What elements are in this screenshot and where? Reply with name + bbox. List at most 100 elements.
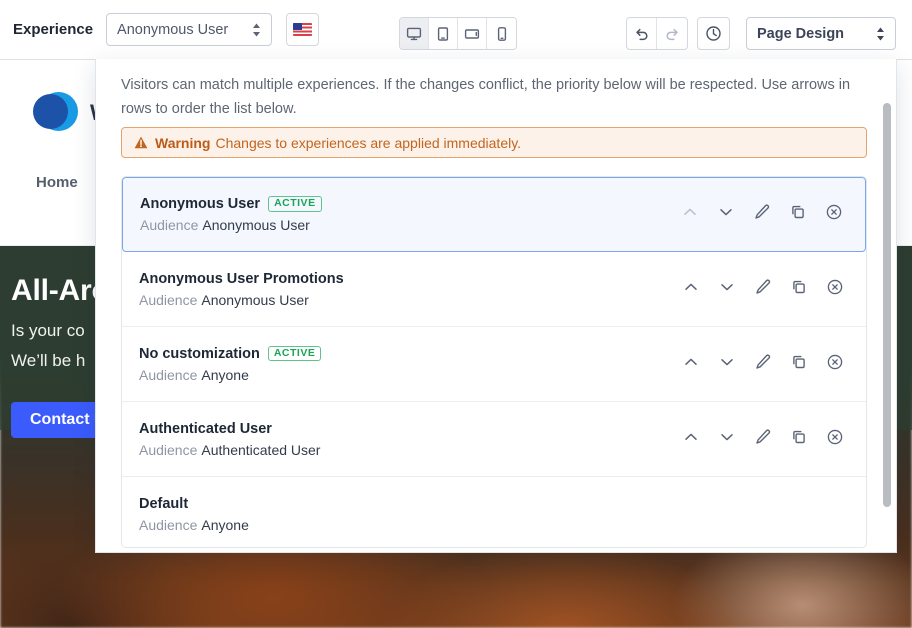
- experience-row-title: No customization: [139, 345, 260, 362]
- experience-row-title-line: No customization ACTIVE: [139, 346, 682, 362]
- experience-row-audience: Audience Anonymous User: [139, 292, 682, 308]
- experiences-list: Anonymous User ACTIVE Audience Anonymous Us…: [121, 176, 867, 548]
- experience-row-actions: [682, 428, 844, 451]
- experience-row-actions: [682, 353, 844, 376]
- duplicate-button[interactable]: [790, 355, 808, 373]
- experience-row[interactable]: Anonymous User Promotions Audience Anonymo…: [122, 252, 866, 327]
- pencil-icon: [754, 278, 772, 301]
- circle-x-icon: [825, 203, 843, 226]
- move-up-button[interactable]: [682, 430, 700, 448]
- move-up-button[interactable]: [682, 280, 700, 298]
- duplicate-button[interactable]: [789, 203, 807, 226]
- us-flag-icon: [293, 23, 313, 36]
- edit-button[interactable]: [754, 428, 772, 451]
- copy-icon: [790, 278, 808, 301]
- pencil-icon: [754, 353, 772, 376]
- experience-row-text: Authenticated User Audience Authenticated …: [139, 421, 682, 458]
- device-tablet-portrait-button[interactable]: [429, 18, 458, 49]
- status-badge: ACTIVE: [268, 196, 322, 212]
- circle-x-icon: [826, 428, 844, 451]
- chevron-down-icon: [718, 353, 736, 376]
- audience-label: Audience: [139, 291, 198, 308]
- delete-button[interactable]: [826, 428, 844, 451]
- circle-x-icon: [826, 278, 844, 301]
- copy-icon: [789, 203, 807, 226]
- device-tablet-landscape-button[interactable]: [458, 18, 487, 49]
- audience-value: Anonymous User: [202, 217, 310, 233]
- experience-label: Experience: [13, 21, 94, 38]
- panel-scrollbar-thumb[interactable]: [883, 103, 891, 507]
- move-down-button[interactable]: [717, 206, 735, 224]
- pencil-icon: [753, 203, 771, 226]
- delete-button[interactable]: [825, 203, 843, 226]
- experience-select[interactable]: Anonymous User: [106, 13, 273, 46]
- move-up-button[interactable]: [682, 355, 700, 373]
- chevron-updown-icon: [252, 23, 261, 37]
- hero-body-line-1: Is your co: [11, 321, 85, 340]
- chevron-up-icon: [682, 428, 700, 451]
- experience-row-audience: Audience Authenticated User: [139, 442, 682, 458]
- experience-row-audience: Audience Anyone: [139, 367, 682, 383]
- experiences-dropdown-panel: Visitors can match multiple experiences.…: [95, 59, 897, 553]
- move-up-button: [681, 206, 699, 224]
- page-mode-value: Page Design: [757, 25, 845, 42]
- history-button[interactable]: [697, 17, 730, 50]
- edit-button[interactable]: [754, 353, 772, 376]
- site-nav-home[interactable]: Home: [36, 174, 78, 191]
- audience-label: Audience: [139, 517, 198, 533]
- device-desktop-button[interactable]: [400, 18, 429, 49]
- warning-banner: Warning Changes to experiences are appli…: [121, 127, 867, 158]
- device-mobile-button[interactable]: [487, 18, 516, 49]
- overlapping-circles-logo: [33, 90, 78, 135]
- experience-row-text: Default Audience Anyone: [139, 496, 844, 533]
- move-down-button[interactable]: [718, 355, 736, 373]
- audience-label: Audience: [139, 441, 198, 458]
- device-preview-toggle-group: [399, 17, 517, 50]
- duplicate-button[interactable]: [790, 280, 808, 298]
- circle-x-icon: [826, 353, 844, 376]
- undo-button[interactable]: [627, 18, 657, 49]
- experience-row[interactable]: Anonymous User ACTIVE Audience Anonymous Us…: [122, 177, 866, 252]
- experience-select-value: Anonymous User: [117, 21, 229, 38]
- editor-toolbar: Experience Anonymous User Page Design: [0, 0, 912, 60]
- experience-row[interactable]: No customization ACTIVE Audience Anyone: [122, 327, 866, 402]
- page-mode-select[interactable]: Page Design: [746, 17, 896, 50]
- chevron-down-icon: [718, 428, 736, 451]
- warning-triangle-icon: [134, 136, 148, 149]
- experience-row-title: Anonymous User: [140, 196, 261, 212]
- pencil-icon: [754, 428, 772, 451]
- experience-row-title-line: Default: [139, 496, 844, 512]
- audience-value: Authenticated User: [201, 441, 321, 458]
- move-down-button[interactable]: [718, 280, 736, 298]
- audience-label: Audience: [140, 217, 199, 233]
- chevron-up-icon: [682, 353, 700, 376]
- edit-button[interactable]: [754, 278, 772, 301]
- experience-row[interactable]: Authenticated User Audience Authenticated …: [122, 402, 866, 477]
- copy-icon: [790, 353, 808, 376]
- copy-icon: [790, 428, 808, 451]
- panel-description: Visitors can match multiple experiences.…: [121, 77, 851, 117]
- experience-row-text: Anonymous User ACTIVE Audience Anonymous Us…: [140, 196, 681, 233]
- undo-redo-group: [626, 17, 688, 50]
- chevron-up-icon: [681, 203, 699, 226]
- audience-value: Anyone: [201, 366, 249, 383]
- chevron-updown-icon: [876, 27, 885, 41]
- audience-value: Anyone: [201, 517, 249, 533]
- redo-button[interactable]: [657, 18, 687, 49]
- move-down-button[interactable]: [718, 430, 736, 448]
- warning-title: Warning: [155, 134, 211, 151]
- experience-row-actions: [682, 278, 844, 301]
- edit-button[interactable]: [753, 203, 771, 226]
- chevron-down-icon: [718, 278, 736, 301]
- experience-row-title: Anonymous User Promotions: [139, 270, 344, 287]
- locale-flag-button[interactable]: [286, 13, 320, 46]
- audience-label: Audience: [139, 366, 198, 383]
- delete-button[interactable]: [826, 353, 844, 376]
- experience-row-title-line: Anonymous User ACTIVE: [140, 196, 681, 212]
- experience-row-text: No customization ACTIVE Audience Anyone: [139, 346, 682, 383]
- experience-row-audience: Audience Anonymous User: [140, 217, 681, 233]
- panel-scrollbar[interactable]: [883, 103, 891, 507]
- experience-row[interactable]: Default Audience Anyone: [122, 477, 866, 547]
- delete-button[interactable]: [826, 278, 844, 301]
- duplicate-button[interactable]: [790, 430, 808, 448]
